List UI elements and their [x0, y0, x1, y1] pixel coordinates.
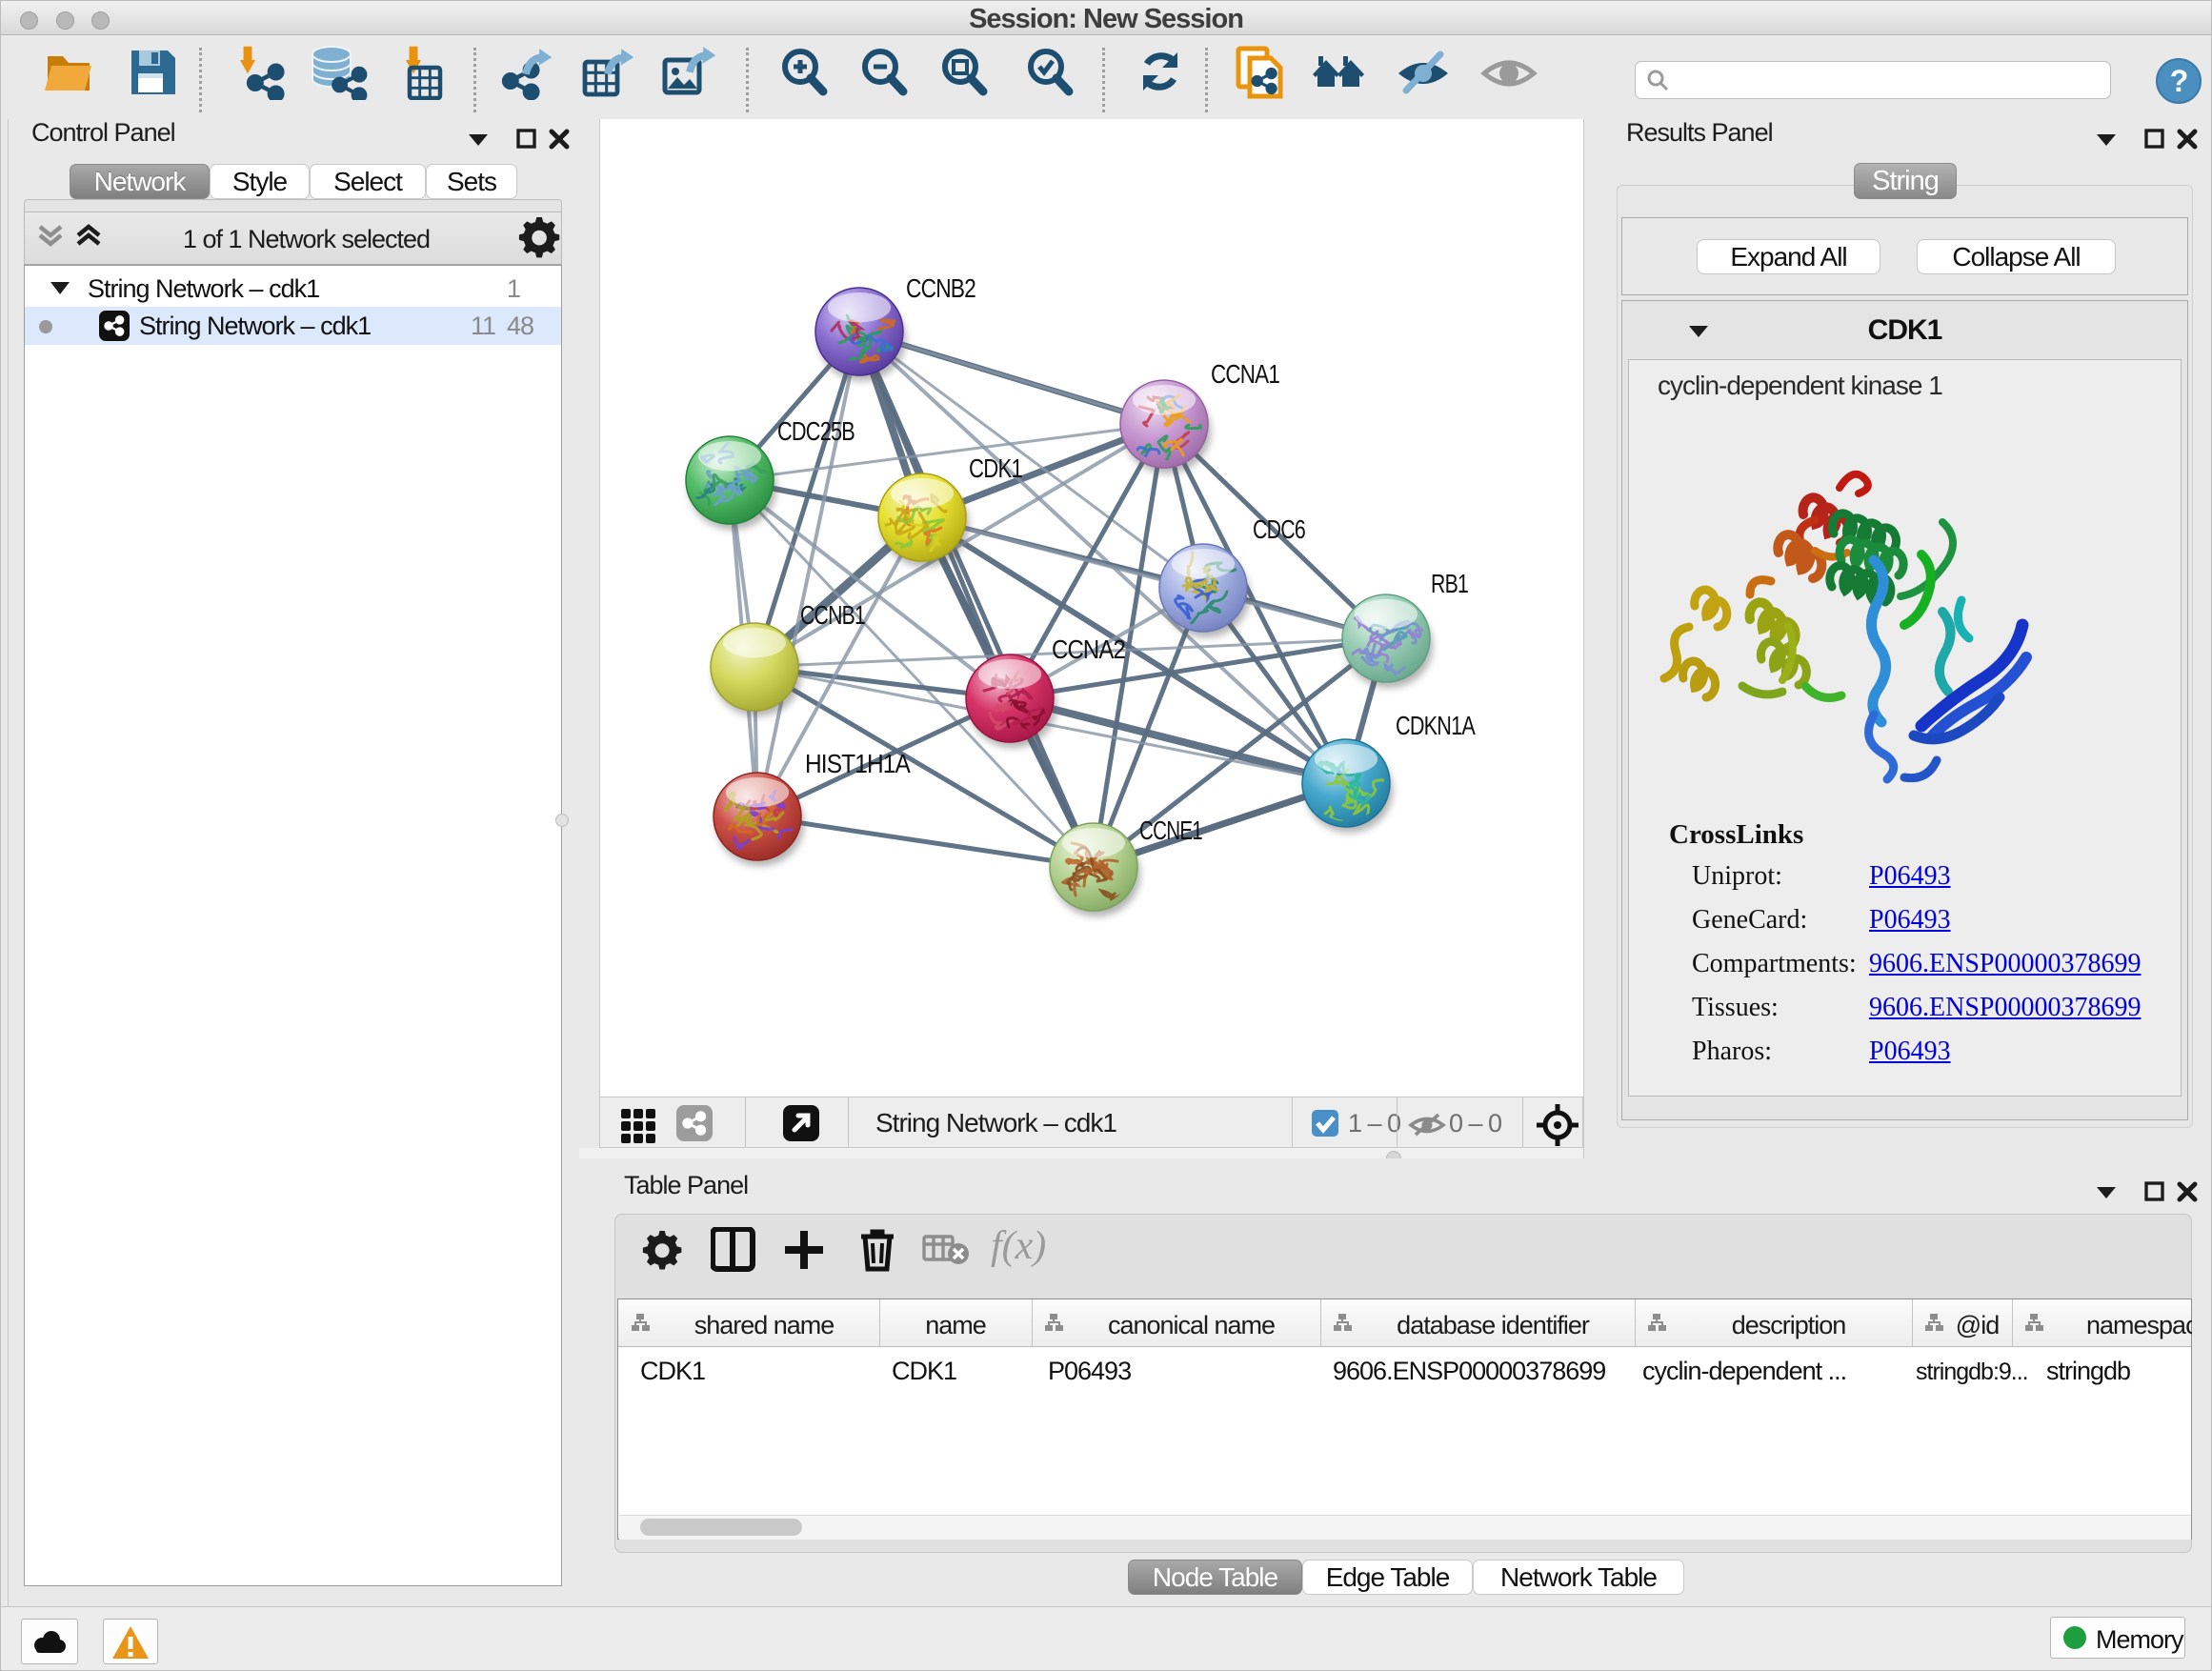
- svg-text:CCNB1: CCNB1: [800, 600, 865, 630]
- svg-text:CCNB2: CCNB2: [906, 273, 975, 303]
- svg-text:CDC6: CDC6: [1253, 514, 1305, 544]
- svg-text:CDC25B: CDC25B: [777, 416, 855, 446]
- svg-text:CDK1: CDK1: [969, 453, 1022, 483]
- svg-text:CDKN1A: CDKN1A: [1396, 711, 1476, 740]
- svg-text:RB1: RB1: [1431, 569, 1468, 598]
- svg-text:CCNE1: CCNE1: [1139, 815, 1202, 845]
- svg-text:HIST1H1A: HIST1H1A: [805, 749, 911, 778]
- svg-text:?: ?: [2170, 64, 2188, 98]
- svg-text:CCNA1: CCNA1: [1211, 359, 1279, 389]
- svg-text:CCNA2: CCNA2: [1052, 634, 1125, 664]
